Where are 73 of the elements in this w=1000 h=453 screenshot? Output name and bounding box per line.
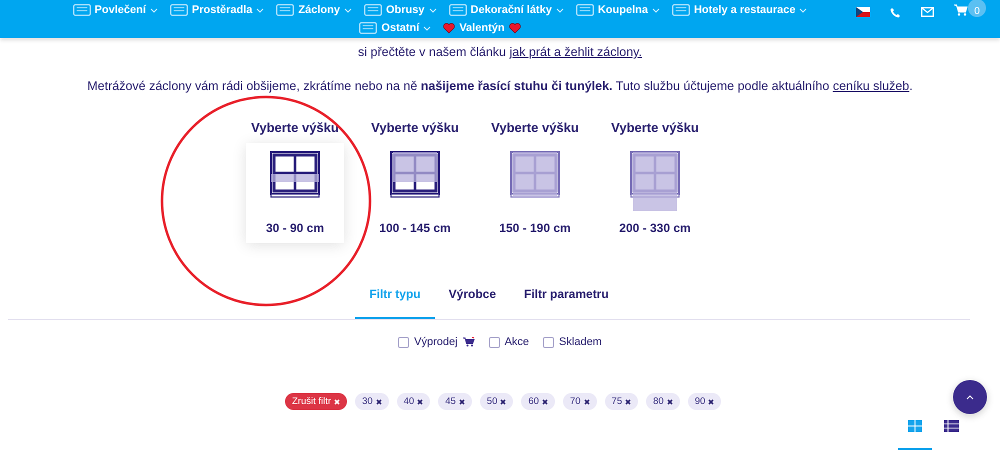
checkbox[interactable] [488,336,500,348]
filter-value-chip[interactable]: 30 [355,393,389,410]
filter-tab[interactable]: Filtr parametru [510,279,623,319]
cart-icon [462,337,475,347]
chevron-icon [556,8,564,12]
category-icon [364,4,382,16]
remove-icon [458,398,465,404]
remove-icon [500,398,506,404]
height-option-card[interactable]: 30 - 90 cm [246,143,344,243]
category-icon [672,4,690,16]
remove-icon [708,398,714,404]
checkbox-label: Akce [504,336,530,348]
remove-icon [376,398,382,404]
height-range-label: 150 - 190 cm [499,221,571,235]
remove-icon [625,398,632,404]
height-option-card[interactable]: 200 - 330 cm [606,143,704,243]
window-icon [630,151,680,211]
category-icon [576,4,594,16]
chevron-icon [652,8,660,12]
checkbox-label: Výprodej [414,336,458,348]
category-icon [448,4,467,16]
chevron-icon [423,26,432,30]
filter-value-chip[interactable]: 80 [646,393,680,410]
remove-icon [584,398,590,404]
height-option-title: Vyberte výšku [491,120,579,135]
service-paragraph: Metrážové záclony vám rádi obšijeme, zkrátíme nebo na ně našijeme řasící stuhu či tunýlek. Tuto službu účtujeme podle aktuálního ceníku služeb. [86,78,914,94]
filter-value-chip[interactable]: 75 [604,393,638,410]
grid-view-icon [908,420,922,432]
filter-value-chip[interactable]: 45 [438,393,472,410]
czech-flag-icon[interactable] [856,7,870,17]
height-range-label: 100 - 145 cm [379,221,451,235]
filter-value-chip[interactable]: 70 [562,393,597,410]
category-icon [170,4,188,16]
phone-icon[interactable] [890,6,901,18]
article-link[interactable]: jak prát a žehlit záclony. [509,45,642,59]
mail-icon[interactable] [921,7,934,17]
heart-icon [443,22,456,34]
chevron-icon [799,8,808,12]
price-list-link[interactable]: ceníku služeb [832,79,910,93]
category-icon [359,22,378,34]
chevron-icon [256,8,264,12]
intro-text: si přečtěte v našem článku jak prát a žehlit záclony. [357,44,643,60]
heart-icon [508,22,521,34]
category-icon [72,4,91,16]
checkbox-label: Skladem [559,336,602,348]
filter-value-chip[interactable]: 60 [521,393,555,410]
list-view-icon [944,420,958,432]
category-icon [276,4,294,16]
remove-icon [334,398,340,404]
filter-tab[interactable]: Výrobce [434,279,510,319]
height-option-title: Vyberte výšku [371,120,459,135]
cart-count-badge: 0 [968,0,986,17]
chevron-icon [428,8,437,12]
height-option-card[interactable]: 100 - 145 cm [366,143,464,243]
height-option-title: Vyberte výšku [251,120,339,135]
height-range-label: 200 - 330 cm [619,221,691,235]
remove-icon [417,398,424,404]
chevron-icon [344,8,352,12]
height-range-label: 30 - 90 cm [266,221,324,235]
height-option-card[interactable]: 150 - 190 cm [486,143,584,243]
height-option-title: Vyberte výšku [611,120,699,135]
filter-value-chip[interactable]: 90 [688,393,722,410]
checkbox[interactable] [398,336,410,348]
scroll-to-top-button[interactable] [953,380,987,414]
cart-icon[interactable] [954,4,968,16]
chevron-up-icon [966,394,974,400]
filter-value-chip[interactable]: 50 [480,393,514,410]
remove-icon [542,398,548,404]
checkbox[interactable] [543,336,554,348]
clear-filter-chip[interactable]: Zrušit filtr [285,393,348,410]
remove-icon [666,398,673,404]
chevron-icon [150,8,158,12]
filter-value-chip[interactable]: 40 [396,393,430,410]
